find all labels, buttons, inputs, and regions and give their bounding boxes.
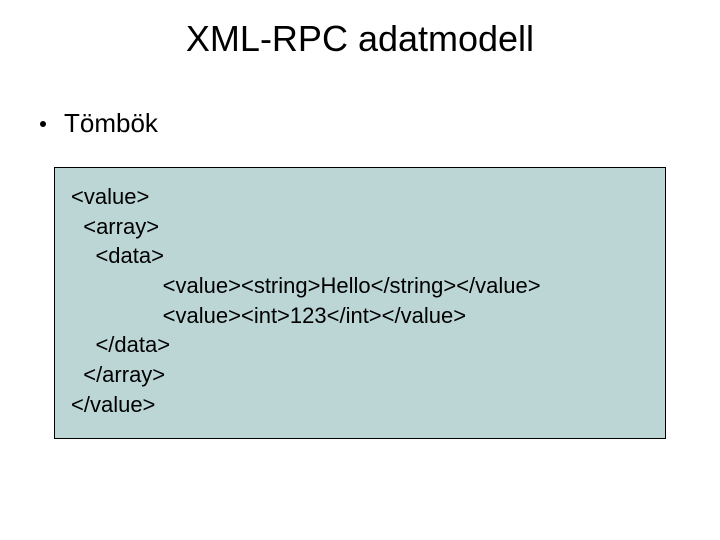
code-line: <value><string>Hello</string></value>	[71, 271, 649, 301]
code-example-box: <value> <array> <data> <value><string>He…	[54, 167, 666, 439]
code-line: <value>	[71, 182, 649, 212]
code-line: <value><int>123</int></value>	[71, 301, 649, 331]
code-line: </data>	[71, 330, 649, 360]
bullet-dot-icon	[40, 121, 46, 127]
code-line: <array>	[71, 212, 649, 242]
bullet-item: Tömbök	[40, 108, 720, 139]
slide-title: XML-RPC adatmodell	[0, 0, 720, 60]
code-line: </value>	[71, 390, 649, 420]
code-line: <data>	[71, 241, 649, 271]
code-line: </array>	[71, 360, 649, 390]
bullet-label: Tömbök	[64, 108, 158, 139]
